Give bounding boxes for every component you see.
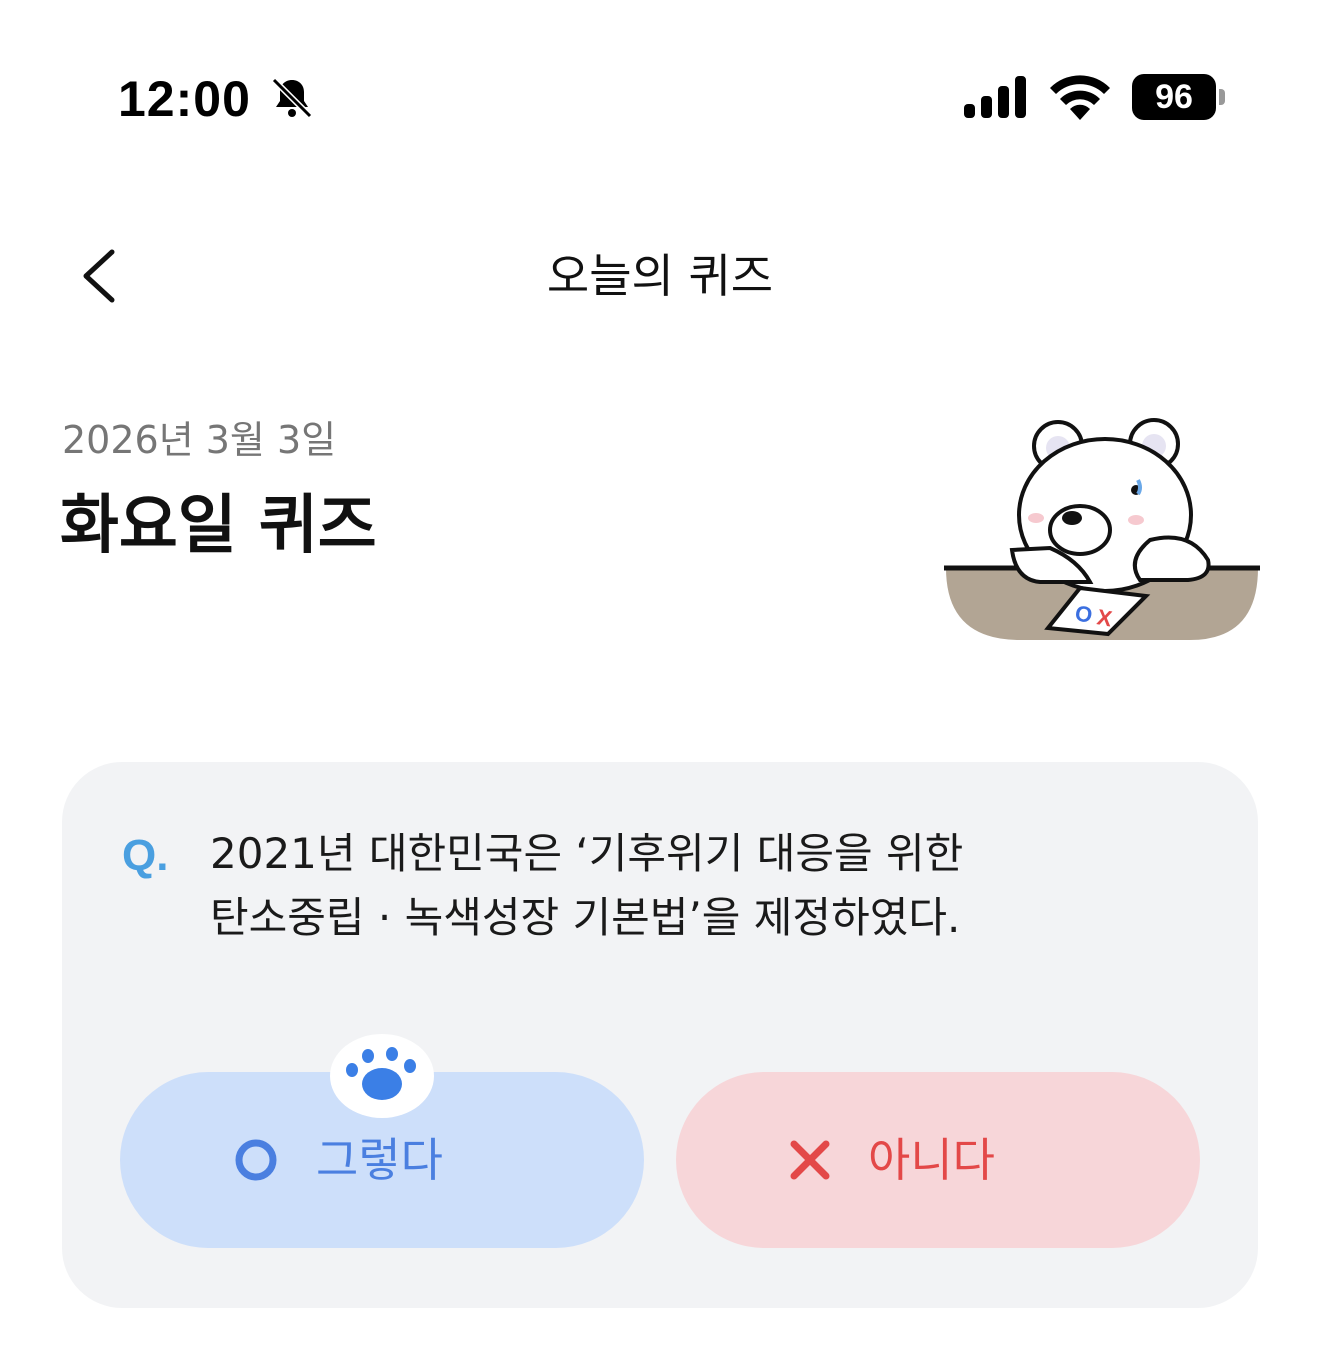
bell-slash-icon: [271, 77, 313, 119]
circle-o-icon: [235, 1139, 277, 1181]
question-line-1: 2021년 대한민국은 ‘기후위기 대응을 위한: [210, 829, 964, 878]
answer-yes-label: 그렇다: [316, 1133, 443, 1187]
wifi-icon: [1050, 75, 1110, 120]
question-prefix: Q.: [122, 831, 169, 880]
page-title: 오늘의 퀴즈: [546, 249, 774, 303]
status-time: 12:00: [118, 71, 251, 127]
question-line-2: 탄소중립 · 녹색성장 기본법’을 제정하였다.: [210, 893, 961, 942]
answer-no-label: 아니다: [868, 1133, 995, 1187]
bear-illustration: O X: [944, 418, 1260, 640]
status-bar: 12:00 96: [0, 0, 1320, 190]
chevron-left-icon[interactable]: [72, 240, 132, 312]
question-text: 2021년 대한민국은 ‘기후위기 대응을 위한 탄소중립 · 녹색성장 기본법…: [210, 822, 1070, 950]
answer-no-button[interactable]: 아니다: [676, 1072, 1200, 1248]
paw-icon: [330, 1034, 434, 1118]
quiz-date: 2026년 3월 3일: [62, 418, 337, 462]
battery-tip: [1219, 89, 1225, 105]
x-mark-icon: [790, 1140, 830, 1180]
cellular-signal-icon: [964, 76, 1026, 118]
quiz-title: 화요일 퀴즈: [60, 489, 377, 563]
battery-indicator: 96: [1132, 74, 1216, 120]
